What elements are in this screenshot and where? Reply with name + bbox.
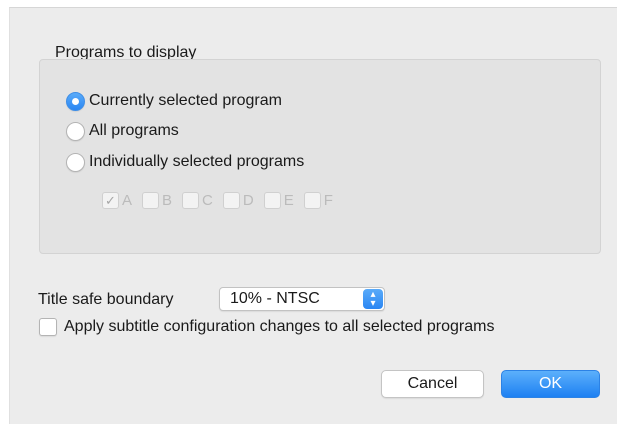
radio-label: Currently selected program: [89, 92, 282, 109]
program-checkbox-label: B: [162, 192, 173, 209]
program-checkbox-label: D: [242, 192, 254, 209]
dialog: Programs to display Currently selected p…: [9, 7, 617, 424]
radio-button-checked[interactable]: [66, 91, 85, 111]
radio-label: Individually selected programs: [89, 153, 305, 170]
checkbox-box: [222, 192, 240, 209]
check-icon: ✓: [102, 192, 119, 209]
program-checkbox-c[interactable]: C: [182, 192, 213, 209]
program-checkbox-row: ✓ A B C D E F: [102, 192, 343, 209]
popup-selected-value: 10% - NTSC: [230, 290, 320, 307]
checkbox-box: [142, 192, 160, 209]
title-safe-boundary-popup[interactable]: 10% - NTSC ▴ ▾: [219, 287, 385, 311]
program-checkbox-label: F: [323, 192, 333, 209]
program-checkbox-a[interactable]: ✓ A: [102, 192, 132, 209]
program-checkbox-e[interactable]: E: [263, 192, 294, 209]
radio-button[interactable]: [66, 121, 85, 141]
program-checkbox-f[interactable]: F: [303, 192, 333, 209]
radio-individually-selected-programs[interactable]: Individually selected programs: [66, 151, 304, 173]
up-down-chevron-icon: ▴ ▾: [363, 289, 383, 309]
apply-subtitle-checkbox[interactable]: [39, 318, 57, 336]
apply-subtitle-label: Apply subtitle configuration changes to …: [64, 318, 495, 335]
program-checkbox-label: C: [202, 192, 213, 209]
checkbox-box: [263, 192, 281, 209]
program-checkbox-d[interactable]: D: [222, 192, 254, 209]
apply-subtitle-checkbox-row[interactable]: Apply subtitle configuration changes to …: [39, 318, 494, 336]
checkbox-box: [303, 192, 321, 209]
program-checkbox-label: A: [122, 192, 133, 209]
program-checkbox-label: E: [283, 192, 294, 209]
radio-all-programs[interactable]: All programs: [66, 120, 179, 142]
radio-button[interactable]: [66, 152, 85, 172]
ok-button[interactable]: OK: [501, 370, 600, 398]
program-checkbox-b[interactable]: B: [142, 192, 172, 209]
checkbox-box: [182, 192, 200, 209]
radio-label: All programs: [89, 122, 179, 139]
cancel-button[interactable]: Cancel: [381, 370, 484, 398]
title-safe-boundary-label: Title safe boundary: [38, 291, 174, 308]
radio-currently-selected-program[interactable]: Currently selected program: [66, 90, 282, 112]
